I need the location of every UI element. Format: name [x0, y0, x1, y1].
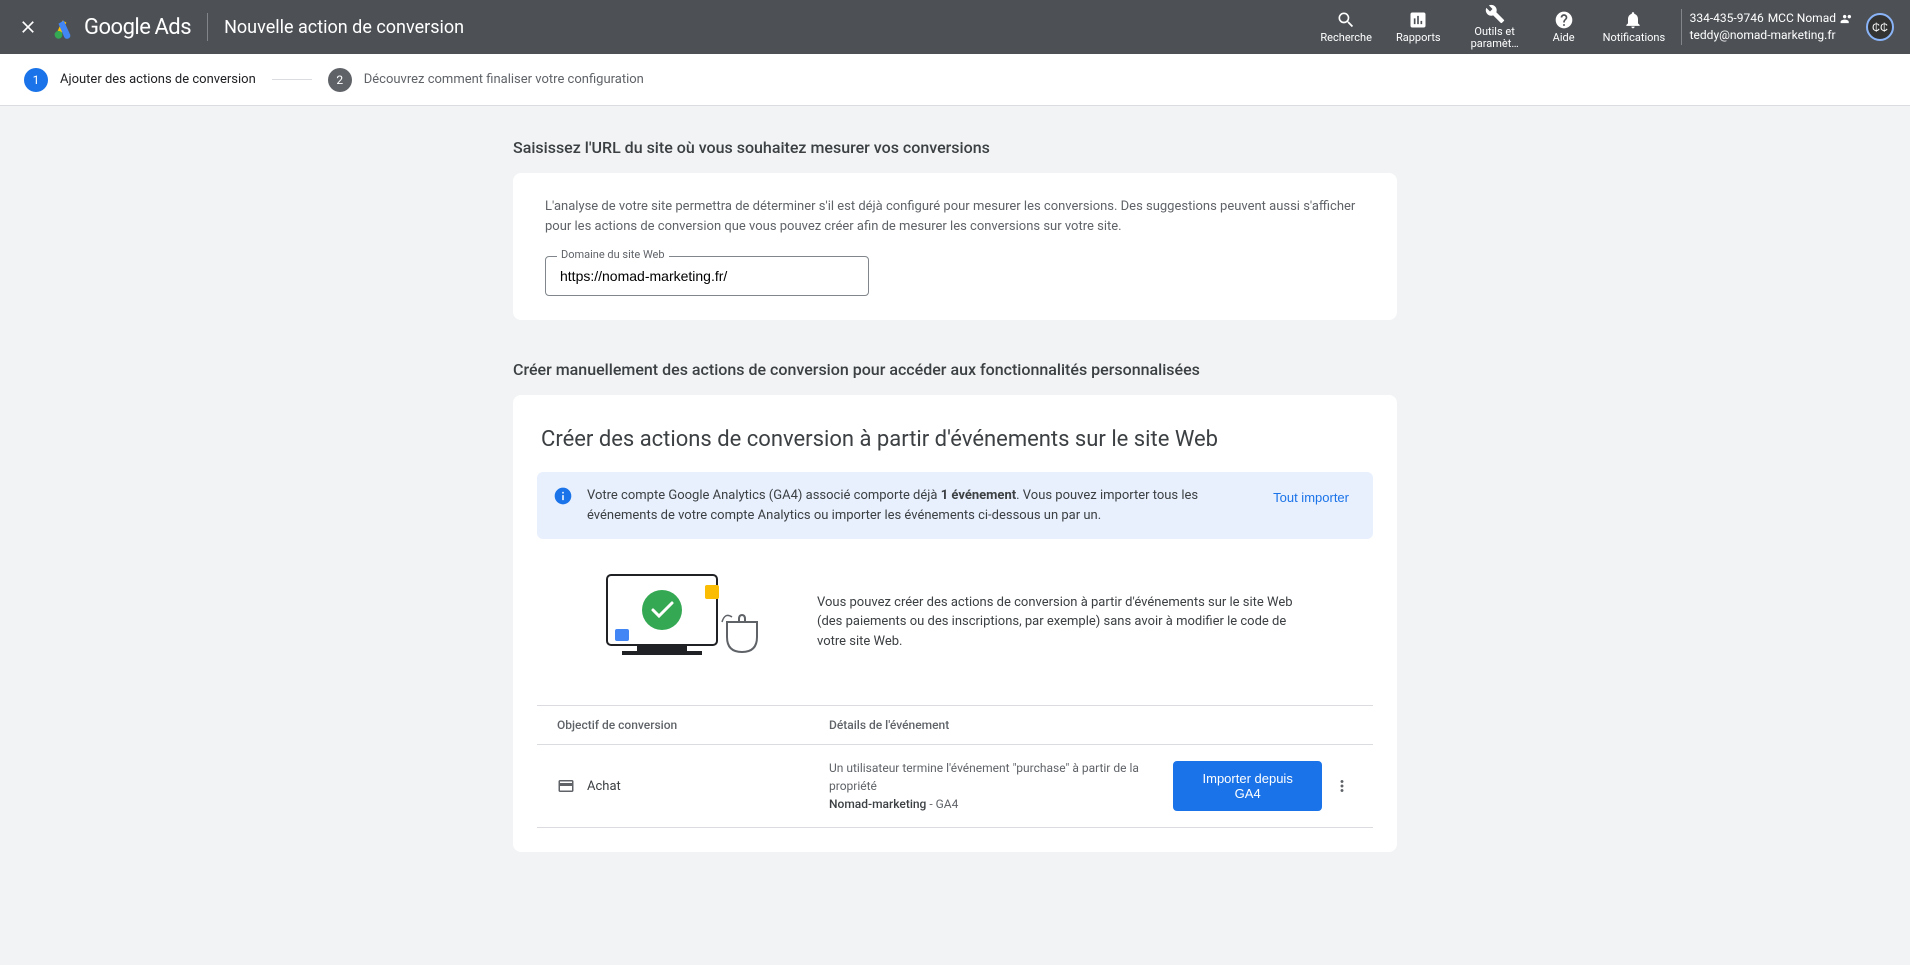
domain-input-wrap: Domaine du site Web: [545, 256, 869, 296]
page-title: Nouvelle action de conversion: [224, 17, 464, 38]
more-vert-icon: [1333, 777, 1351, 795]
card-url: L'analyse de votre site permettra de dét…: [513, 173, 1397, 320]
logo: GoogleAds: [52, 14, 191, 40]
section-title: Saisissez l'URL du site où vous souhaite…: [513, 138, 1397, 157]
avatar[interactable]: ₵₵: [1866, 13, 1894, 41]
more-button[interactable]: [1330, 774, 1353, 798]
credit-card-icon: [557, 777, 575, 795]
nav-notifications[interactable]: Notifications: [1593, 6, 1673, 48]
step-connector: [272, 79, 312, 80]
logo-text: GoogleAds: [84, 15, 191, 40]
header-nav: Recherche Rapports Outils et paramèt… Ai…: [1310, 0, 1672, 54]
close-icon: [18, 17, 38, 37]
ads-logo-icon: [52, 14, 78, 40]
tools-icon: [1485, 4, 1505, 24]
app-header: GoogleAds Nouvelle action de conversion …: [0, 0, 1910, 54]
nav-help[interactable]: Aide: [1539, 6, 1589, 48]
card-events: Créer des actions de conversion à partir…: [513, 395, 1397, 852]
info-banner: Votre compte Google Analytics (GA4) asso…: [537, 472, 1373, 539]
account-info[interactable]: 334-435-9746 MCC Nomad teddy@nomad-marke…: [1690, 10, 1854, 44]
step-badge: 2: [328, 68, 352, 92]
illustration: [577, 567, 777, 677]
col-goal: Objectif de conversion: [557, 718, 829, 732]
search-icon: [1336, 10, 1356, 30]
help-icon: [1554, 10, 1574, 30]
col-details: Détails de l'événement: [829, 718, 1173, 732]
event-details: Un utilisateur termine l'événement "purc…: [829, 759, 1173, 813]
goal-label: Achat: [587, 779, 621, 794]
card-description: L'analyse de votre site permettra de dét…: [545, 197, 1365, 236]
domain-input[interactable]: [545, 256, 869, 296]
nav-reports[interactable]: Rapports: [1386, 6, 1451, 48]
banner-text: Votre compte Google Analytics (GA4) asso…: [587, 486, 1251, 525]
description-text: Vous pouvez créer des actions de convers…: [817, 593, 1317, 652]
card-title: Créer des actions de conversion à partir…: [541, 427, 1369, 452]
divider: [1681, 9, 1682, 45]
table-row: Achat Un utilisateur termine l'événement…: [537, 745, 1373, 828]
input-label: Domaine du site Web: [557, 248, 669, 261]
close-button[interactable]: [8, 7, 48, 47]
import-ga4-button[interactable]: Importer depuis GA4: [1173, 761, 1322, 811]
table-header: Objectif de conversion Détails de l'évén…: [537, 705, 1373, 745]
info-icon: [553, 486, 573, 506]
nav-search[interactable]: Recherche: [1310, 6, 1382, 48]
section-manual: Créer manuellement des actions de conver…: [513, 360, 1397, 852]
bell-icon: [1623, 10, 1643, 30]
step-2: 2 Découvrez comment finaliser votre conf…: [328, 68, 644, 92]
illustration-row: Vous pouvez créer des actions de convers…: [537, 539, 1373, 705]
stepper: 1 Ajouter des actions de conversion 2 Dé…: [0, 54, 1910, 106]
people-icon: [1840, 12, 1854, 26]
section-url: Saisissez l'URL du site où vous souhaite…: [513, 138, 1397, 320]
reports-icon: [1408, 10, 1428, 30]
step-badge: 1: [24, 68, 48, 92]
nav-tools[interactable]: Outils et paramèt…: [1455, 0, 1535, 54]
import-all-button[interactable]: Tout importer: [1265, 486, 1357, 509]
section-title: Créer manuellement des actions de conver…: [513, 360, 1397, 379]
step-1[interactable]: 1 Ajouter des actions de conversion: [24, 68, 256, 92]
divider: [207, 13, 208, 41]
main-content: Saisissez l'URL du site où vous souhaite…: [0, 106, 1910, 965]
